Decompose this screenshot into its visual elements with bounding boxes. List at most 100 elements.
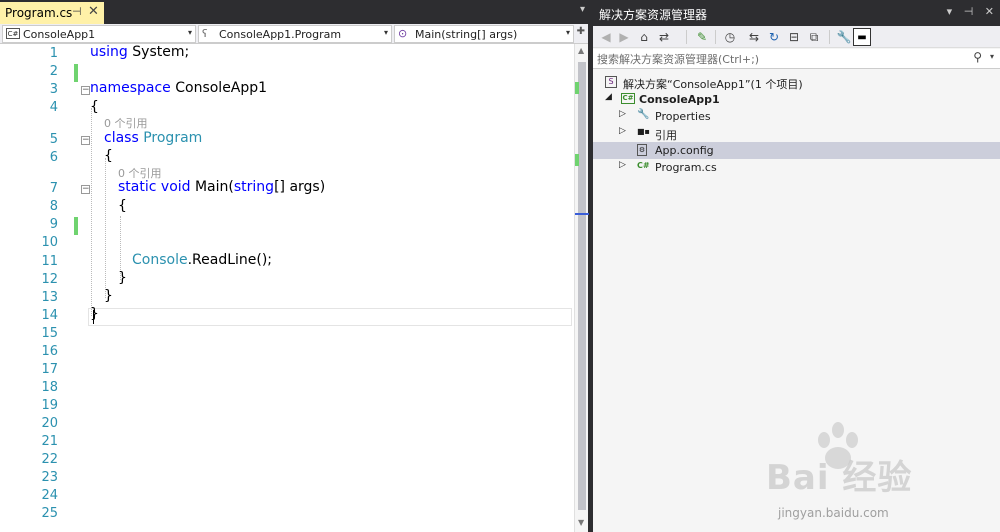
tree-node-project[interactable]: ◢ C# ConsoleApp1 [593,91,1000,108]
line-number: 7 [49,181,58,196]
line-number: 9 [49,217,58,232]
chevron-down-icon: ▾ [383,28,388,37]
code-line-12: } [118,270,127,286]
code-line-1: using System; [90,44,190,60]
tree-node-solution[interactable]: S 解决方案“ConsoleApp1”(1 个项目) [593,74,1000,91]
line-number: 15 [41,326,58,341]
line-number: 22 [41,452,58,467]
line-number: 19 [41,398,58,413]
switch-views-icon[interactable]: ⇄ [655,28,673,46]
line-number: 4 [49,100,58,115]
code-line-8: { [118,198,127,214]
code-line-4: { [90,99,99,115]
split-window-icon[interactable]: ✚ [577,26,585,37]
line-number: 20 [41,416,58,431]
collapse-all-icon[interactable]: ⊟ [785,28,803,46]
solution-explorer-title-bar: 解决方案资源管理器 ▾ ⊣ ✕ [593,0,1000,26]
code-editor: Program.cs ⊣ ✕ ▾ C# ConsoleApp1 ▾ ʕ Cons… [0,0,589,532]
line-number: 1 [49,46,58,61]
forward-icon[interactable]: ▶ [615,28,633,46]
line-number: 14 [41,308,58,323]
line-number: 6 [49,150,58,165]
code-area[interactable]: using System; namespace ConsoleApp1 { 0 … [88,44,574,532]
line-number: 23 [41,470,58,485]
toolbar-separator [715,30,716,44]
solution-icon: S [605,76,617,88]
line-number: 2 [49,64,58,79]
search-input[interactable] [597,51,967,67]
history-icon[interactable]: ◷ [721,28,739,46]
line-number: 25 [41,506,58,521]
line-number: 3 [49,82,58,97]
line-number: 24 [41,488,58,503]
code-line-6: { [104,148,113,164]
method-icon: ⊙ [398,27,408,40]
tree-node-references[interactable]: ▷ ■▪ 引用 [593,125,1000,142]
tree-node-label: App.config [655,144,714,157]
line-number: 16 [41,344,58,359]
search-options-icon[interactable]: ▾ [990,52,994,61]
refresh-icon[interactable]: ↻ [765,28,783,46]
chevron-down-icon: ▾ [565,28,570,37]
csharp-project-icon: C# [6,28,20,39]
change-marker [575,154,579,166]
tree-node-program-cs[interactable]: ▷ C# Program.cs [593,159,1000,176]
member-selector-label: Main(string[] args) [415,28,518,41]
document-tab-strip: Program.cs ⊣ ✕ ▾ [0,0,588,24]
code-line-11: Console.ReadLine(); [132,252,273,268]
tree-node-label: Properties [655,110,711,123]
expanded-arrow-icon[interactable]: ◢ [605,92,612,102]
watermark-brand: Bai 经验 [766,458,913,498]
properties-wrench-icon[interactable]: 🔧 [835,28,853,46]
panel-title: 解决方案资源管理器 [599,8,708,22]
line-number: 18 [41,380,58,395]
line-number: 5 [49,132,58,147]
line-number: 12 [41,272,58,287]
toolbar-separator [829,30,830,44]
scrollbar-thumb[interactable] [578,62,586,510]
chevron-down-icon: ▾ [187,28,192,37]
type-selector[interactable]: ʕ ConsoleApp1.Program ▾ [198,25,392,43]
close-icon[interactable]: ✕ [985,5,994,18]
pending-changes-icon[interactable]: ✎ [693,28,711,46]
collapsed-arrow-icon[interactable]: ▷ [619,160,626,170]
code-line-14: } [90,306,99,322]
tree-node-label: Program.cs [655,161,717,174]
class-icon: ʕ [202,27,208,40]
line-number: 11 [41,254,58,269]
tree-node-label: ConsoleApp1 [639,93,720,106]
collapsed-arrow-icon[interactable]: ▷ [619,109,626,119]
close-icon[interactable]: ✕ [88,4,99,19]
watermark-url: jingyan.baidu.com [778,506,889,520]
scroll-down-icon[interactable]: ▼ [578,518,584,527]
vertical-scrollbar[interactable]: ▲ ▼ [574,44,589,532]
line-number: 17 [41,362,58,377]
pin-icon[interactable]: ⊣ [72,5,82,18]
window-position-icon[interactable]: ▾ [947,5,953,18]
show-all-files-icon[interactable]: ⧉ [805,28,823,46]
code-line-5: class Program [104,130,203,146]
member-selector[interactable]: ⊙ Main(string[] args) ▾ [394,25,574,43]
preview-selected-items-icon[interactable]: ▬ [853,28,871,46]
scroll-up-icon[interactable]: ▲ [578,46,584,55]
navigation-bar: C# ConsoleApp1 ▾ ʕ ConsoleApp1.Program ▾… [0,24,588,44]
tab-program-cs[interactable]: Program.cs ⊣ ✕ [0,2,104,24]
home-icon[interactable]: ⌂ [635,28,653,46]
project-selector[interactable]: C# ConsoleApp1 ▾ [2,25,196,43]
csharp-project-icon: C# [621,93,635,104]
collapsed-arrow-icon[interactable]: ▷ [619,126,626,136]
tab-list-dropdown-icon[interactable]: ▾ [580,4,585,15]
indent-guide [91,108,92,316]
indent-guide [105,158,106,298]
back-icon[interactable]: ◀ [597,28,615,46]
tab-title: Program.cs [5,6,73,20]
sync-active-document-icon[interactable]: ⇆ [745,28,763,46]
pin-icon[interactable]: ⊣ [964,5,974,18]
tree-node-properties[interactable]: ▷ 🔧 Properties [593,108,1000,125]
line-number: 13 [41,290,58,305]
code-line-7: static void Main(string[] args) [118,179,326,195]
change-indicator [74,64,78,82]
caret-position-marker [575,213,589,215]
search-icon[interactable]: ⚲ [973,50,982,64]
tree-node-app-config[interactable]: ⚙ App.config [593,142,1000,159]
